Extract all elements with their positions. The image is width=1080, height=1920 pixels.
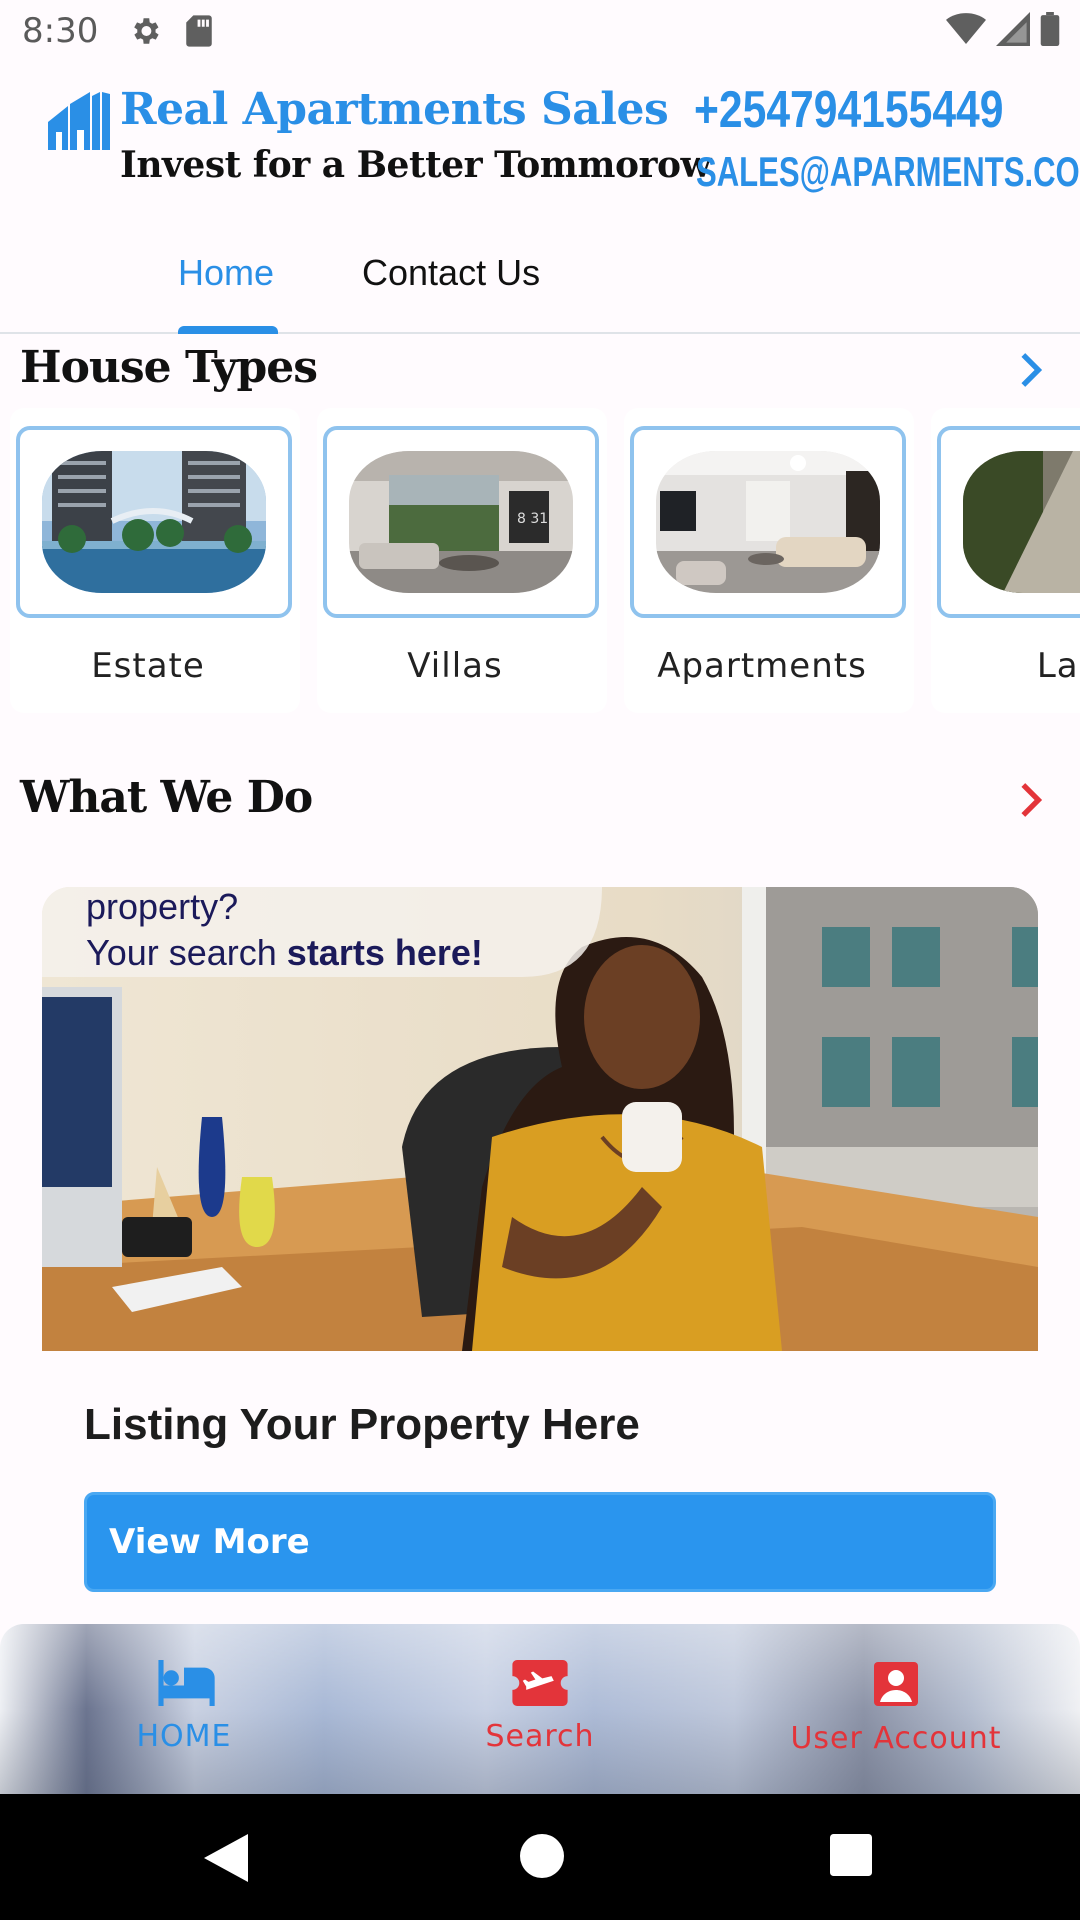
wifi-icon [946, 13, 986, 44]
house-types-carousel[interactable]: Estate 8 31 Villas Apartments La [0, 408, 1080, 713]
house-type-frame [937, 426, 1080, 618]
brand-title: Real Apartments Sales [120, 84, 669, 135]
estate-photo [42, 451, 266, 593]
brand-tagline: Invest for a Better Tommorow [120, 144, 711, 186]
bed-icon [158, 1660, 215, 1706]
status-time: 8:30 [22, 11, 99, 51]
tab-contact-us[interactable]: Contact Us [362, 252, 540, 294]
what-we-do-title: What We Do [20, 772, 313, 823]
house-type-label: Villas [407, 646, 503, 686]
gear-icon [134, 18, 159, 44]
tab-indicator [178, 326, 278, 334]
ticket-plane-icon [512, 1660, 568, 1706]
house-type-frame: 8 31 [323, 426, 599, 618]
house-type-frame [16, 426, 292, 618]
house-type-card-land[interactable]: Lan [931, 408, 1080, 713]
house-type-card-apartments[interactable]: Apartments [624, 408, 914, 713]
svg-text:8 31: 8 31 [517, 511, 548, 527]
nav-item-home[interactable]: HOME [34, 1660, 334, 1754]
promo-card-title: Listing Your Property Here [84, 1400, 640, 1449]
back-icon[interactable] [204, 1834, 248, 1882]
signal-icon [996, 12, 1030, 46]
villas-photo: 8 31 [349, 451, 573, 593]
house-type-card-estate[interactable]: Estate [10, 408, 300, 713]
nav-item-search[interactable]: Search [390, 1660, 690, 1754]
chevron-right-icon[interactable] [1010, 780, 1050, 820]
tab-home[interactable]: Home [178, 252, 274, 294]
battery-icon [1040, 12, 1060, 46]
chevron-right-icon[interactable] [1010, 350, 1050, 390]
status-bar: 8:30 [0, 0, 1080, 62]
house-type-label: Estate [91, 646, 205, 686]
sd-card-icon [186, 15, 213, 47]
nav-label-search: Search [485, 1719, 595, 1754]
land-photo [963, 451, 1080, 593]
contact-phone[interactable]: +254794155449 [694, 80, 1003, 140]
app-header: Real Apartments Sales Invest for a Bette… [0, 62, 1080, 222]
home-circle-icon[interactable] [520, 1834, 564, 1878]
app-screen: 8:30 Real Apartments Sales Invest for a … [0, 0, 1080, 1920]
promo-text-line2-bold: starts here! [287, 932, 483, 973]
apartments-photo [656, 451, 880, 593]
view-more-button[interactable]: View More [84, 1492, 996, 1592]
house-type-label: Apartments [657, 646, 867, 686]
nav-label-home: HOME [136, 1719, 232, 1754]
nav-label-user-account: User Account [790, 1721, 1002, 1756]
account-box-icon [874, 1662, 918, 1706]
contact-email[interactable]: SALES@APARMENTS.COM [696, 148, 1080, 196]
promo-text-line2-prefix: Your search [86, 932, 287, 973]
recents-square-icon[interactable] [830, 1834, 872, 1876]
top-tab-bar: Home Contact Us [0, 222, 1080, 334]
promo-image[interactable]: property? Your search starts here! [42, 887, 1038, 1351]
house-type-label: Lan [1036, 646, 1080, 686]
house-types-title: House Types [20, 342, 318, 393]
system-navigation-bar [0, 1794, 1080, 1920]
apartment-logo-icon [48, 92, 110, 150]
house-type-card-villas[interactable]: 8 31 Villas [317, 408, 607, 713]
bottom-navigation: HOME Search User Account [0, 1624, 1080, 1794]
promo-text-line1: property? [86, 887, 238, 927]
nav-item-user-account[interactable]: User Account [746, 1660, 1046, 1756]
svg-text:Your search starts here!: Your search starts here! [86, 932, 483, 973]
house-type-frame [630, 426, 906, 618]
